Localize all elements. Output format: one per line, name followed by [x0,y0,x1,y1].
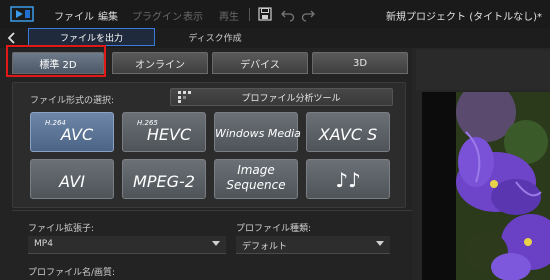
section-divider [12,210,412,211]
profile-analyzer-label: プロファイル分析ツール [241,94,341,104]
app-logo-icon [10,6,34,22]
back-arrow-icon[interactable] [4,30,20,46]
format-xavc-s-label: XAVC S [318,125,378,144]
music-notes-icon: ♪♪ [335,168,361,192]
menu-divider [249,8,250,21]
project-title: 新規プロジェクト (タイトルなし)* [386,12,542,23]
format-select-label: ファイル形式の選択: [30,96,115,106]
menu-edit[interactable]: 編集 [98,8,118,23]
tab-produce-file[interactable]: ファイルを出力 [28,28,155,46]
tab-online[interactable]: オンライン [112,52,208,74]
format-image-label: Image [237,163,275,177]
format-mpeg2-label: MPEG-2 [133,172,195,191]
chevron-down-icon [212,241,220,246]
tab-create-disc[interactable]: ディスク作成 [170,28,260,46]
analyzer-icon [178,91,191,103]
menu-plugin[interactable]: プラグイン [132,8,182,23]
tab-device[interactable]: デバイス [212,52,308,74]
format-image-sequence-button[interactable]: Image Sequence [214,159,298,199]
chevron-down-icon [376,241,384,246]
format-mpeg2-button[interactable]: MPEG-2 [122,159,206,199]
format-avc-button[interactable]: H.264 AVC [30,112,114,152]
format-sequence-label: Sequence [226,178,286,192]
format-audio-button[interactable]: ♪♪ [306,159,390,199]
file-extension-value: MP4 [34,239,53,249]
redo-icon[interactable] [300,6,316,22]
preview-letterbox [422,92,456,280]
highlight-box [6,45,106,77]
format-xavc-s-button[interactable]: XAVC S [306,112,390,152]
format-image-sequence-label: Image Sequence [215,163,297,193]
preview-header [416,50,550,90]
menu-view[interactable]: 表示 [183,8,203,23]
menu-playback[interactable]: 再生 [219,8,239,23]
tab-3d[interactable]: 3D [312,52,408,74]
file-extension-label: ファイル拡張子: [28,224,95,234]
undo-icon[interactable] [280,6,296,22]
format-hevc-button[interactable]: H.265 HEVC [122,112,206,152]
format-windows-media-label: Windows Media [215,127,301,140]
preview-image [456,92,550,280]
menu-file[interactable]: ファイル [54,8,94,23]
format-avi-label: AVI [59,172,85,191]
profile-type-value: デフォルト [242,242,288,252]
profile-name-label: プロファイル名/画質: [28,268,116,278]
file-extension-select[interactable]: MP4 [28,236,226,254]
save-icon[interactable] [257,6,273,22]
format-avc-label: AVC [60,125,94,144]
profile-type-label: プロファイル種類: [236,224,312,234]
format-hevc-label: HEVC [146,125,192,144]
format-windows-media-button[interactable]: Windows Media [214,112,301,152]
profile-type-select[interactable]: デフォルト [236,236,390,254]
format-avi-button[interactable]: AVI [30,159,114,199]
